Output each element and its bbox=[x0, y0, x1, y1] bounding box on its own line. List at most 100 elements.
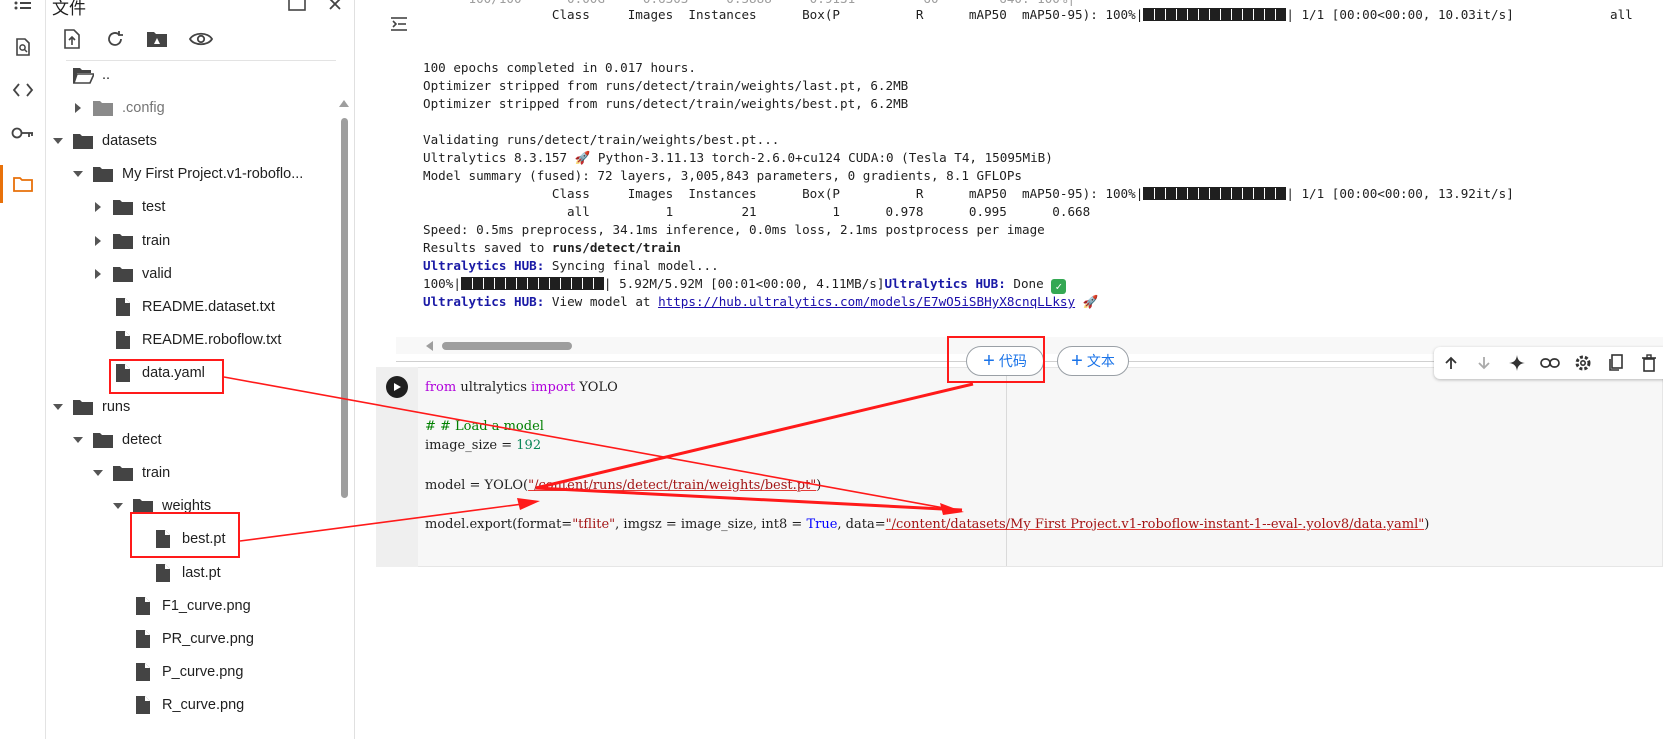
file-icon bbox=[132, 595, 154, 617]
delete-icon[interactable] bbox=[1632, 347, 1663, 379]
chevron-down-icon[interactable] bbox=[90, 465, 106, 481]
file-tree-label: last.pt bbox=[182, 564, 221, 581]
file-tree-label: detect bbox=[122, 431, 162, 448]
refresh-icon[interactable] bbox=[102, 26, 128, 52]
file-tree-label: .config bbox=[122, 99, 165, 116]
file-tree-row[interactable]: .. bbox=[50, 58, 110, 91]
code-cell[interactable] bbox=[376, 367, 1663, 567]
files-scrollbar[interactable] bbox=[341, 118, 348, 498]
chevron-right-icon[interactable] bbox=[90, 233, 106, 249]
file-tree-label: runs bbox=[102, 398, 131, 415]
upload-file-icon[interactable] bbox=[59, 26, 85, 52]
chevron-down-icon[interactable] bbox=[50, 133, 66, 149]
close-icon[interactable] bbox=[322, 0, 348, 17]
add-text-button[interactable]: + 文本 bbox=[1057, 346, 1129, 376]
chevron-right-icon[interactable] bbox=[70, 100, 86, 116]
file-tree-row[interactable]: P_curve.png bbox=[110, 656, 243, 689]
panel-separator[interactable] bbox=[354, 0, 355, 739]
play-icon bbox=[394, 383, 401, 391]
file-tree-row[interactable]: detect bbox=[70, 423, 162, 456]
file-tree-row[interactable]: train bbox=[90, 456, 170, 489]
code-icon[interactable] bbox=[11, 78, 35, 102]
output-toggle-icon[interactable] bbox=[387, 12, 411, 36]
file-tree-row[interactable]: train bbox=[90, 224, 170, 257]
folder-icon bbox=[112, 263, 134, 285]
output-line: Results saved to runs/detect/train bbox=[423, 240, 681, 255]
output-line: Ultralytics HUB: Syncing final model... bbox=[423, 258, 719, 273]
highlight-data-yaml bbox=[109, 359, 224, 394]
file-tree-row[interactable]: F1_curve.png bbox=[110, 589, 251, 622]
file-tree-label: My First Project.v1-roboflo... bbox=[122, 166, 304, 183]
check-icon: ✓ bbox=[1051, 279, 1067, 294]
key-icon[interactable] bbox=[11, 121, 35, 145]
caret-spacer bbox=[110, 631, 126, 647]
output-hscrollbar[interactable] bbox=[442, 342, 572, 350]
gemini-sparkle-icon[interactable] bbox=[1500, 347, 1533, 379]
chevron-down-icon[interactable] bbox=[110, 498, 126, 514]
caret-spacer bbox=[130, 565, 146, 581]
drive-folder-icon[interactable] bbox=[144, 26, 170, 52]
folder-icon bbox=[72, 130, 94, 152]
folder-icon bbox=[112, 462, 134, 484]
progress-bar bbox=[460, 277, 604, 290]
file-tree-row[interactable]: datasets bbox=[50, 124, 157, 157]
file-tree-row[interactable]: valid bbox=[90, 257, 172, 290]
code-line: # # Load a model bbox=[425, 419, 544, 434]
scroll-up-arrow[interactable] bbox=[339, 100, 349, 107]
code-line: model = YOLO("/content/runs/detect/train… bbox=[425, 478, 822, 493]
arrow-down-icon[interactable] bbox=[1467, 347, 1500, 379]
file-tree-row[interactable]: PR_curve.png bbox=[110, 622, 254, 655]
file-tree-row[interactable]: R_curve.png bbox=[110, 689, 244, 722]
folder-icon bbox=[92, 163, 114, 185]
hub-model-link[interactable]: https://hub.ultralytics.com/models/E7wO5… bbox=[658, 294, 1075, 309]
output-line: Validating runs/detect/train/weights/bes… bbox=[423, 132, 780, 147]
file-tree-label: PR_curve.png bbox=[162, 630, 254, 647]
new-window-icon[interactable] bbox=[284, 0, 310, 17]
scroll-left-arrow[interactable] bbox=[426, 341, 433, 351]
caret-spacer bbox=[110, 697, 126, 713]
chevron-right-icon[interactable] bbox=[90, 266, 106, 282]
output-line: Optimizer stripped from runs/detect/trai… bbox=[423, 78, 909, 93]
file-icon bbox=[152, 562, 174, 584]
file-tree-row[interactable]: runs bbox=[50, 390, 130, 423]
mirror-cell-icon[interactable] bbox=[1599, 347, 1632, 379]
file-tree-label: F1_curve.png bbox=[162, 597, 251, 614]
output-line: 100 epochs completed in 0.017 hours. bbox=[423, 60, 696, 75]
chevron-right-icon[interactable] bbox=[90, 199, 106, 215]
file-icon bbox=[112, 296, 134, 318]
arrow-up-icon[interactable] bbox=[1434, 347, 1467, 379]
gear-icon[interactable] bbox=[1566, 347, 1599, 379]
run-cell-button[interactable] bbox=[386, 376, 408, 398]
output-line: Class Images Instances Box(P R mAP50 mAP… bbox=[423, 7, 1514, 22]
caret-spacer bbox=[90, 299, 106, 315]
folder-icon[interactable] bbox=[11, 172, 35, 196]
file-tree-label: README.dataset.txt bbox=[142, 298, 275, 315]
folder-icon bbox=[92, 429, 114, 451]
progress-bar bbox=[1143, 187, 1287, 200]
file-icon bbox=[132, 694, 154, 716]
file-tree-row[interactable]: My First Project.v1-roboflo... bbox=[70, 158, 303, 191]
file-tree-row[interactable]: test bbox=[90, 191, 165, 224]
file-tree-label: R_curve.png bbox=[162, 697, 245, 714]
file-tree-row[interactable]: .config bbox=[70, 91, 165, 124]
chevron-down-icon[interactable] bbox=[50, 399, 66, 415]
file-tree-row[interactable]: last.pt bbox=[130, 556, 221, 589]
output-line: all 1 21 1 0.978 0.995 0.668 bbox=[423, 204, 1091, 219]
list-icon[interactable] bbox=[11, 0, 35, 20]
code-line: from ultralytics import YOLO bbox=[425, 380, 618, 395]
chevron-down-icon[interactable] bbox=[70, 432, 86, 448]
file-icon bbox=[112, 329, 134, 351]
chevron-down-icon[interactable] bbox=[70, 166, 86, 182]
link-icon[interactable] bbox=[1533, 347, 1566, 379]
caret-spacer bbox=[110, 664, 126, 680]
eye-icon[interactable] bbox=[188, 26, 214, 52]
code-line: model.export(format="tflite", imgsz = im… bbox=[425, 517, 1430, 532]
highlight-add-code bbox=[947, 336, 1045, 383]
file-tree-row[interactable]: README.dataset.txt bbox=[90, 290, 275, 323]
left-rail bbox=[0, 0, 46, 739]
file-tree-row[interactable]: README.roboflow.txt bbox=[90, 324, 281, 357]
add-text-label: 文本 bbox=[1086, 353, 1115, 369]
progress-bar bbox=[1143, 8, 1287, 21]
file-tree-label: valid bbox=[142, 265, 172, 282]
search-doc-icon[interactable] bbox=[11, 35, 35, 59]
